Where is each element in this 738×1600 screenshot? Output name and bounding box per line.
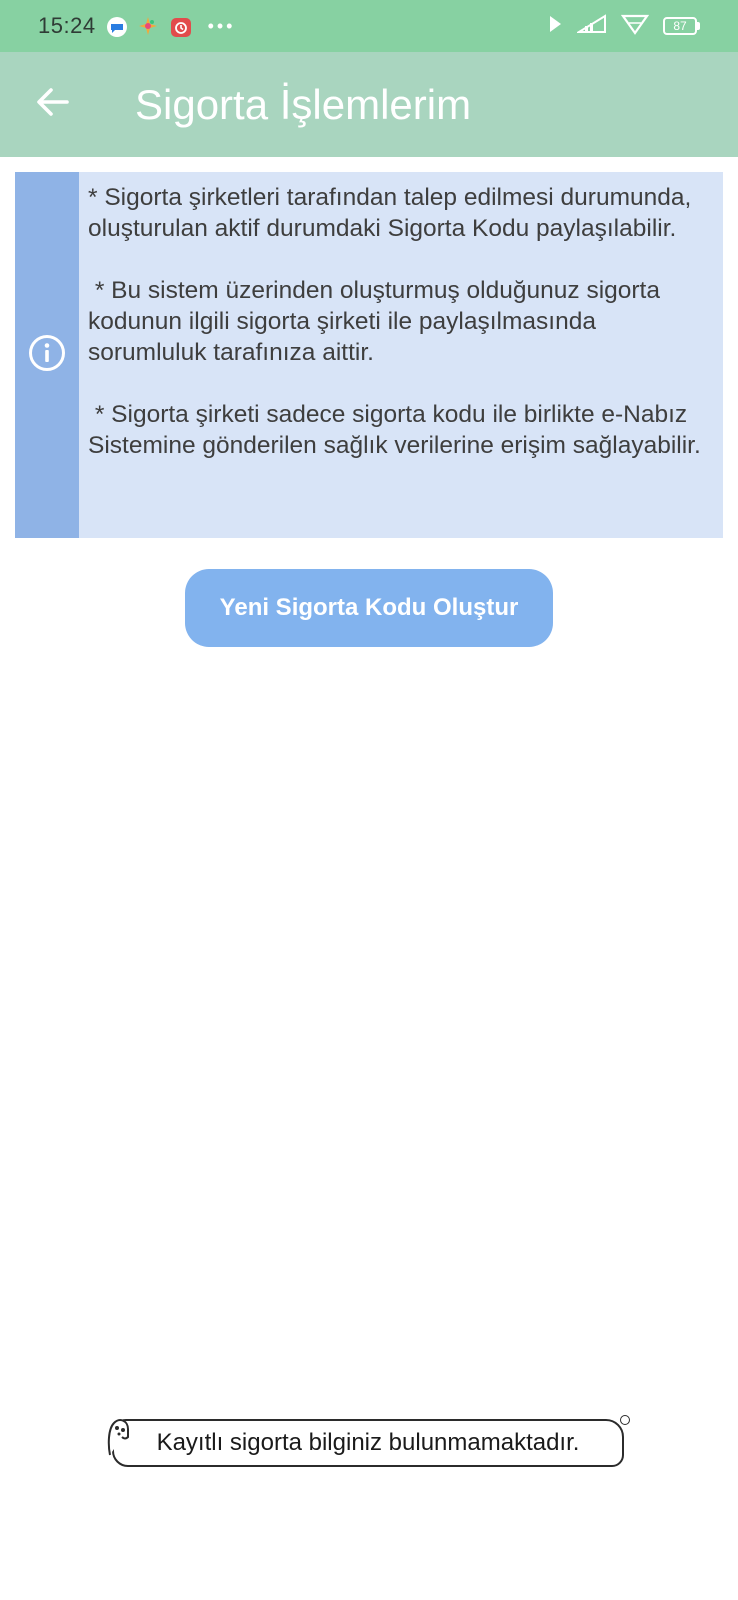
network-icon	[575, 13, 607, 39]
calendar-icon	[170, 16, 191, 37]
status-icons-left: •••	[106, 16, 236, 37]
back-button[interactable]	[30, 82, 74, 126]
info-icon	[28, 334, 66, 377]
battery-level: 87	[663, 17, 697, 35]
toast-message: Kayıtlı sigorta bilginiz bulunmamaktadır…	[112, 1419, 624, 1467]
app-bar: Sigorta İşlemlerim	[0, 52, 738, 157]
signal-app-icon	[547, 14, 563, 39]
status-icons-right: 87	[547, 13, 700, 40]
battery-icon: 87	[663, 17, 700, 35]
more-dots-icon: •••	[207, 15, 236, 36]
info-paragraph-3: * Sigorta şirketi sadece sigorta kodu il…	[88, 401, 701, 459]
new-insurance-code-button[interactable]: Yeni Sigorta Kodu Oluştur	[185, 569, 553, 647]
app-icon	[138, 16, 158, 36]
ghost-icon	[104, 1415, 134, 1464]
info-text: * Sigorta şirketleri tarafından talep ed…	[79, 172, 723, 538]
arrow-left-icon	[35, 87, 69, 122]
info-paragraph-1: * Sigorta şirketleri tarafından talep ed…	[88, 184, 692, 242]
toast: Kayıtlı sigorta bilginiz bulunmamaktadır…	[104, 1415, 642, 1475]
info-notice: * Sigorta şirketleri tarafından talep ed…	[15, 172, 723, 538]
info-paragraph-2: * Bu sistem üzerinden oluşturmuş olduğun…	[88, 277, 667, 366]
toast-bubble	[620, 1415, 630, 1425]
message-icon	[106, 16, 127, 37]
status-time: 15:24	[38, 13, 96, 38]
page-title: Sigorta İşlemlerim	[135, 81, 472, 128]
info-strip	[15, 172, 79, 538]
wifi-icon	[620, 13, 650, 40]
status-bar: 15:24 ••• 87	[0, 0, 738, 52]
